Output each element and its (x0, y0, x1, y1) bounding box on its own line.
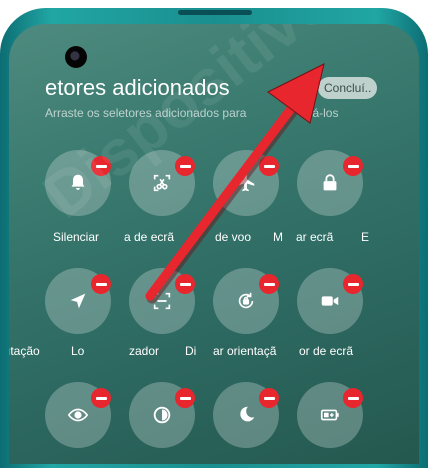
remove-badge[interactable] (343, 274, 363, 294)
screenshot-icon (153, 174, 171, 192)
page-subtitle: Arraste os seletores adicionados para ná… (45, 106, 338, 120)
eye-icon (67, 408, 89, 422)
remove-badge[interactable] (343, 388, 363, 408)
camera-video-icon (321, 296, 339, 306)
contrast-icon (153, 406, 171, 424)
remove-badge[interactable] (91, 274, 111, 294)
tile-label: zador (129, 344, 160, 358)
battery-icon (320, 409, 339, 421)
airplane-icon (236, 173, 255, 192)
moon-icon (240, 406, 255, 422)
phone-frame: etores adicionados Arraste os seletores … (0, 8, 428, 468)
lock-icon (323, 174, 337, 191)
page-title: etores adicionados (45, 75, 230, 100)
rotate-icon (238, 292, 254, 309)
remove-badge[interactable] (175, 156, 195, 176)
remove-badge[interactable] (91, 156, 111, 176)
remove-badge[interactable] (259, 274, 279, 294)
scanner-icon (153, 292, 171, 310)
done-button[interactable]: Concluí.. (318, 77, 378, 99)
remove-badge[interactable] (343, 156, 363, 176)
subtitle-tail-text: ná-los (305, 106, 339, 120)
remove-badge[interactable] (175, 388, 195, 408)
tile-label: ar orientaçã (213, 344, 277, 358)
tile-label: Lo (71, 344, 85, 358)
tile-label: a de ecrã (124, 230, 175, 244)
subtitle-text: Arraste os seletores adicionados para (45, 106, 247, 120)
remove-badge[interactable] (259, 156, 279, 176)
earpiece-speaker (178, 10, 252, 15)
front-camera (65, 46, 87, 68)
tile-label: de voo (215, 230, 252, 244)
remove-badge[interactable] (259, 388, 279, 408)
tile-label: ar ecrã (296, 230, 334, 244)
remove-badge[interactable] (175, 274, 195, 294)
remove-badge[interactable] (91, 388, 111, 408)
bell-icon (71, 174, 85, 190)
tile-label-edge: M (273, 230, 283, 244)
location-icon (70, 293, 86, 309)
tile-label: Silenciar (53, 230, 100, 244)
tile-label-edge: Di (185, 344, 197, 358)
tile-label-edge: E (361, 230, 370, 244)
phone-screen: etores adicionados Arraste os seletores … (9, 24, 419, 464)
tile-label: or de ecrã (299, 344, 354, 358)
tile-label-edge: ıtação (9, 344, 40, 358)
